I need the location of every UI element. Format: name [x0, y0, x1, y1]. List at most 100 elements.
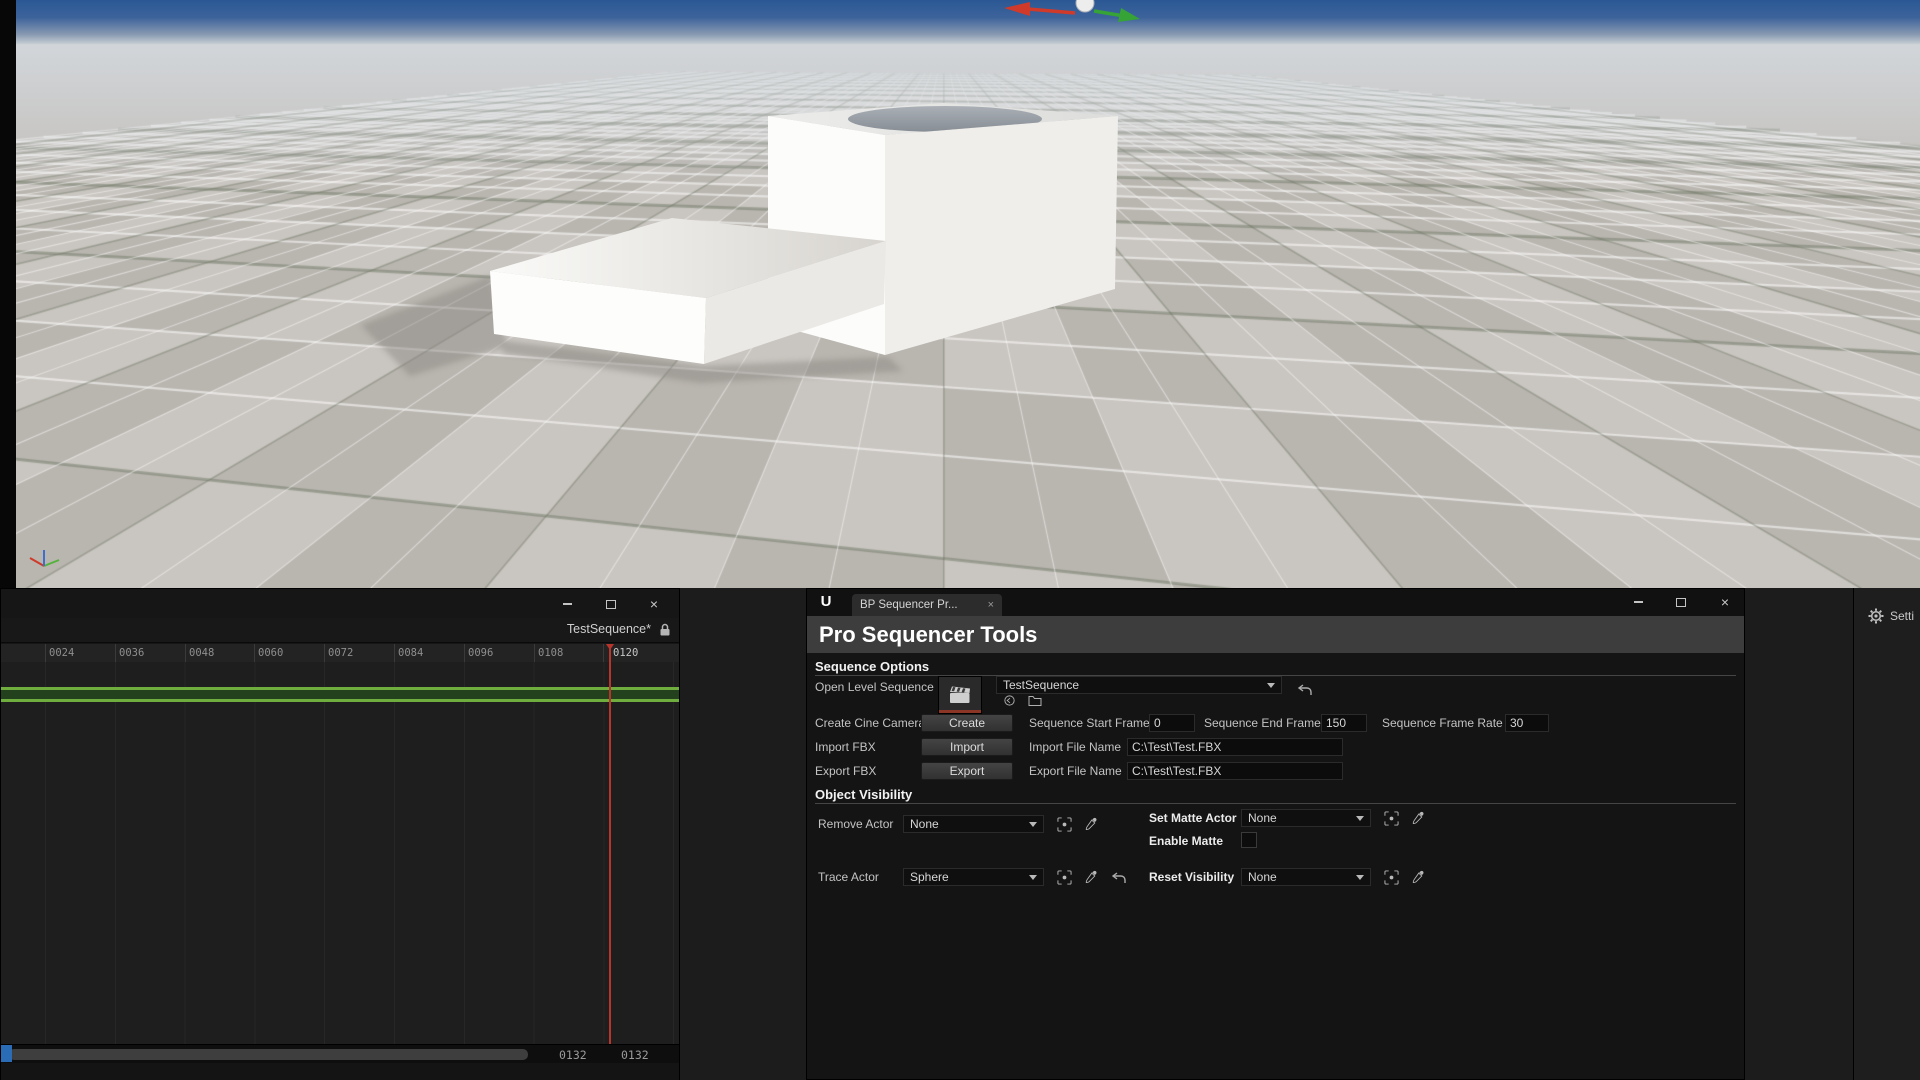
export-file-name-label: Export File Name [1029, 764, 1122, 778]
minimize-icon [1633, 601, 1643, 603]
pick-actor-icon[interactable] [1056, 816, 1072, 832]
timeline-end-frame: 0132 [559, 1048, 587, 1062]
ruler-tick [254, 644, 255, 662]
export-file-name-input[interactable] [1127, 762, 1343, 780]
ruler-label: 0036 [119, 647, 145, 659]
ruler-label: 0048 [189, 647, 215, 659]
tools-tab-bar: U BP Sequencer Pr... × × [807, 589, 1744, 616]
create-cine-camera-label: Create Cine Camera [815, 716, 926, 730]
range-marker [1, 1045, 12, 1062]
import-fbx-label: Import FBX [815, 740, 876, 754]
ruler-tick [534, 644, 535, 662]
tools-titlebar[interactable]: Pro Sequencer Tools [807, 616, 1744, 653]
section-object-visibility: Object Visibility [815, 787, 913, 802]
create-camera-button[interactable]: Create [921, 714, 1013, 732]
ruler-tick [324, 644, 325, 662]
ruler-label: 0024 [49, 647, 75, 659]
remove-actor-dropdown[interactable]: None [903, 815, 1044, 833]
pick-actor-icon[interactable] [1056, 869, 1072, 885]
eyedropper-icon[interactable] [1083, 869, 1099, 885]
chevron-down-icon [1356, 874, 1364, 880]
tab-close-icon[interactable]: × [988, 599, 994, 611]
gear-icon[interactable] [1868, 608, 1884, 624]
unreal-logo-icon: U [820, 593, 832, 610]
transform-gizmo[interactable] [1004, 0, 1140, 22]
browse-asset-icon[interactable] [1027, 692, 1043, 708]
ruler-label: 0096 [468, 647, 494, 659]
sequencer-footer [1, 1063, 679, 1080]
maximize-button[interactable] [1673, 594, 1689, 610]
lock-icon[interactable] [657, 622, 673, 638]
enable-matte-checkbox[interactable] [1241, 832, 1257, 848]
viewport-3d[interactable] [0, 0, 1920, 588]
reset-sequence-icon[interactable] [1297, 682, 1313, 698]
reset-visibility-dropdown[interactable]: None [1241, 868, 1371, 886]
remove-actor-value: None [910, 817, 939, 831]
remove-actor-label: Remove Actor [818, 817, 894, 831]
settings-panel: Setti [1853, 588, 1920, 1080]
chevron-down-icon [1356, 815, 1364, 821]
slab-mesh[interactable] [490, 218, 886, 364]
sequence-end-frame-label: Sequence End Frame [1204, 716, 1321, 730]
reset-trace-icon[interactable] [1111, 870, 1127, 886]
maximize-button[interactable] [603, 596, 619, 612]
sequence-frame-rate-label: Sequence Frame Rate [1382, 716, 1503, 730]
minimize-button[interactable] [559, 596, 575, 612]
timeline-tracks[interactable] [1, 662, 679, 1044]
open-level-sequence-label: Open Level Sequence [815, 680, 934, 694]
reset-visibility-label: Reset Visibility [1149, 870, 1235, 884]
export-button[interactable]: Export [921, 762, 1013, 780]
export-fbx-label: Export FBX [815, 764, 877, 778]
settings-label[interactable]: Setti [1890, 609, 1914, 623]
viewport-left-edge [0, 0, 16, 588]
close-button[interactable]: × [1717, 594, 1733, 610]
ruler-tick [464, 644, 465, 662]
playhead[interactable] [606, 644, 614, 1044]
import-button[interactable]: Import [921, 738, 1013, 756]
asset-color-bar [939, 710, 981, 713]
trace-actor-value: Sphere [910, 870, 949, 884]
use-selected-asset-icon[interactable] [1001, 692, 1017, 708]
ruler-tick [115, 644, 116, 662]
ruler-label: 0072 [328, 647, 354, 659]
maximize-icon [606, 599, 616, 609]
ruler-label: 0060 [258, 647, 284, 659]
scene-layer [29, 0, 1140, 567]
eyedropper-icon[interactable] [1410, 810, 1426, 826]
chevron-down-icon [1029, 874, 1037, 880]
import-file-name-input[interactable] [1127, 738, 1343, 756]
eyedropper-icon[interactable] [1083, 816, 1099, 832]
tab-label: BP Sequencer Pr... [860, 599, 958, 611]
set-matte-actor-label: Set Matte Actor [1149, 811, 1237, 825]
ruler-label: 0084 [398, 647, 424, 659]
eyedropper-icon[interactable] [1410, 869, 1426, 885]
section-sequence-options: Sequence Options [815, 659, 930, 674]
import-file-name-label: Import File Name [1029, 740, 1122, 754]
tab-bp-sequencer[interactable]: BP Sequencer Pr... × [852, 594, 1002, 616]
minimize-icon [562, 603, 572, 605]
sequence-start-frame-input[interactable] [1149, 714, 1195, 732]
close-button[interactable]: × [646, 596, 662, 612]
ruler-label: 0108 [538, 647, 564, 659]
scrollbar-handle[interactable] [9, 1049, 528, 1060]
maximize-icon [1676, 597, 1686, 607]
ruler-tick [185, 644, 186, 662]
minimize-button[interactable] [1630, 594, 1646, 610]
sequencer-subbar: TestSequence* [1, 618, 679, 643]
pick-actor-icon[interactable] [1383, 810, 1399, 826]
sequence-end-frame-input[interactable] [1321, 714, 1367, 732]
sequence-frame-rate-input[interactable] [1505, 714, 1549, 732]
level-sequence-value: TestSequence [1003, 678, 1080, 692]
trace-actor-dropdown[interactable]: Sphere [903, 868, 1044, 886]
ruler-tick [603, 644, 604, 662]
shot-track-bar[interactable] [1, 687, 679, 702]
section-divider [815, 803, 1736, 804]
set-matte-actor-dropdown[interactable]: None [1241, 809, 1371, 827]
sequence-name-label[interactable]: TestSequence* [567, 622, 651, 636]
pick-actor-icon[interactable] [1383, 869, 1399, 885]
reset-visibility-value: None [1248, 870, 1277, 884]
set-matte-actor-value: None [1248, 811, 1277, 825]
sequence-asset-thumbnail[interactable] [938, 676, 982, 714]
timeline-ruler[interactable]: 0024 0036 0048 0060 0072 0084 0096 0108 … [1, 644, 679, 663]
timeline-total-frames: 0132 [621, 1048, 649, 1062]
